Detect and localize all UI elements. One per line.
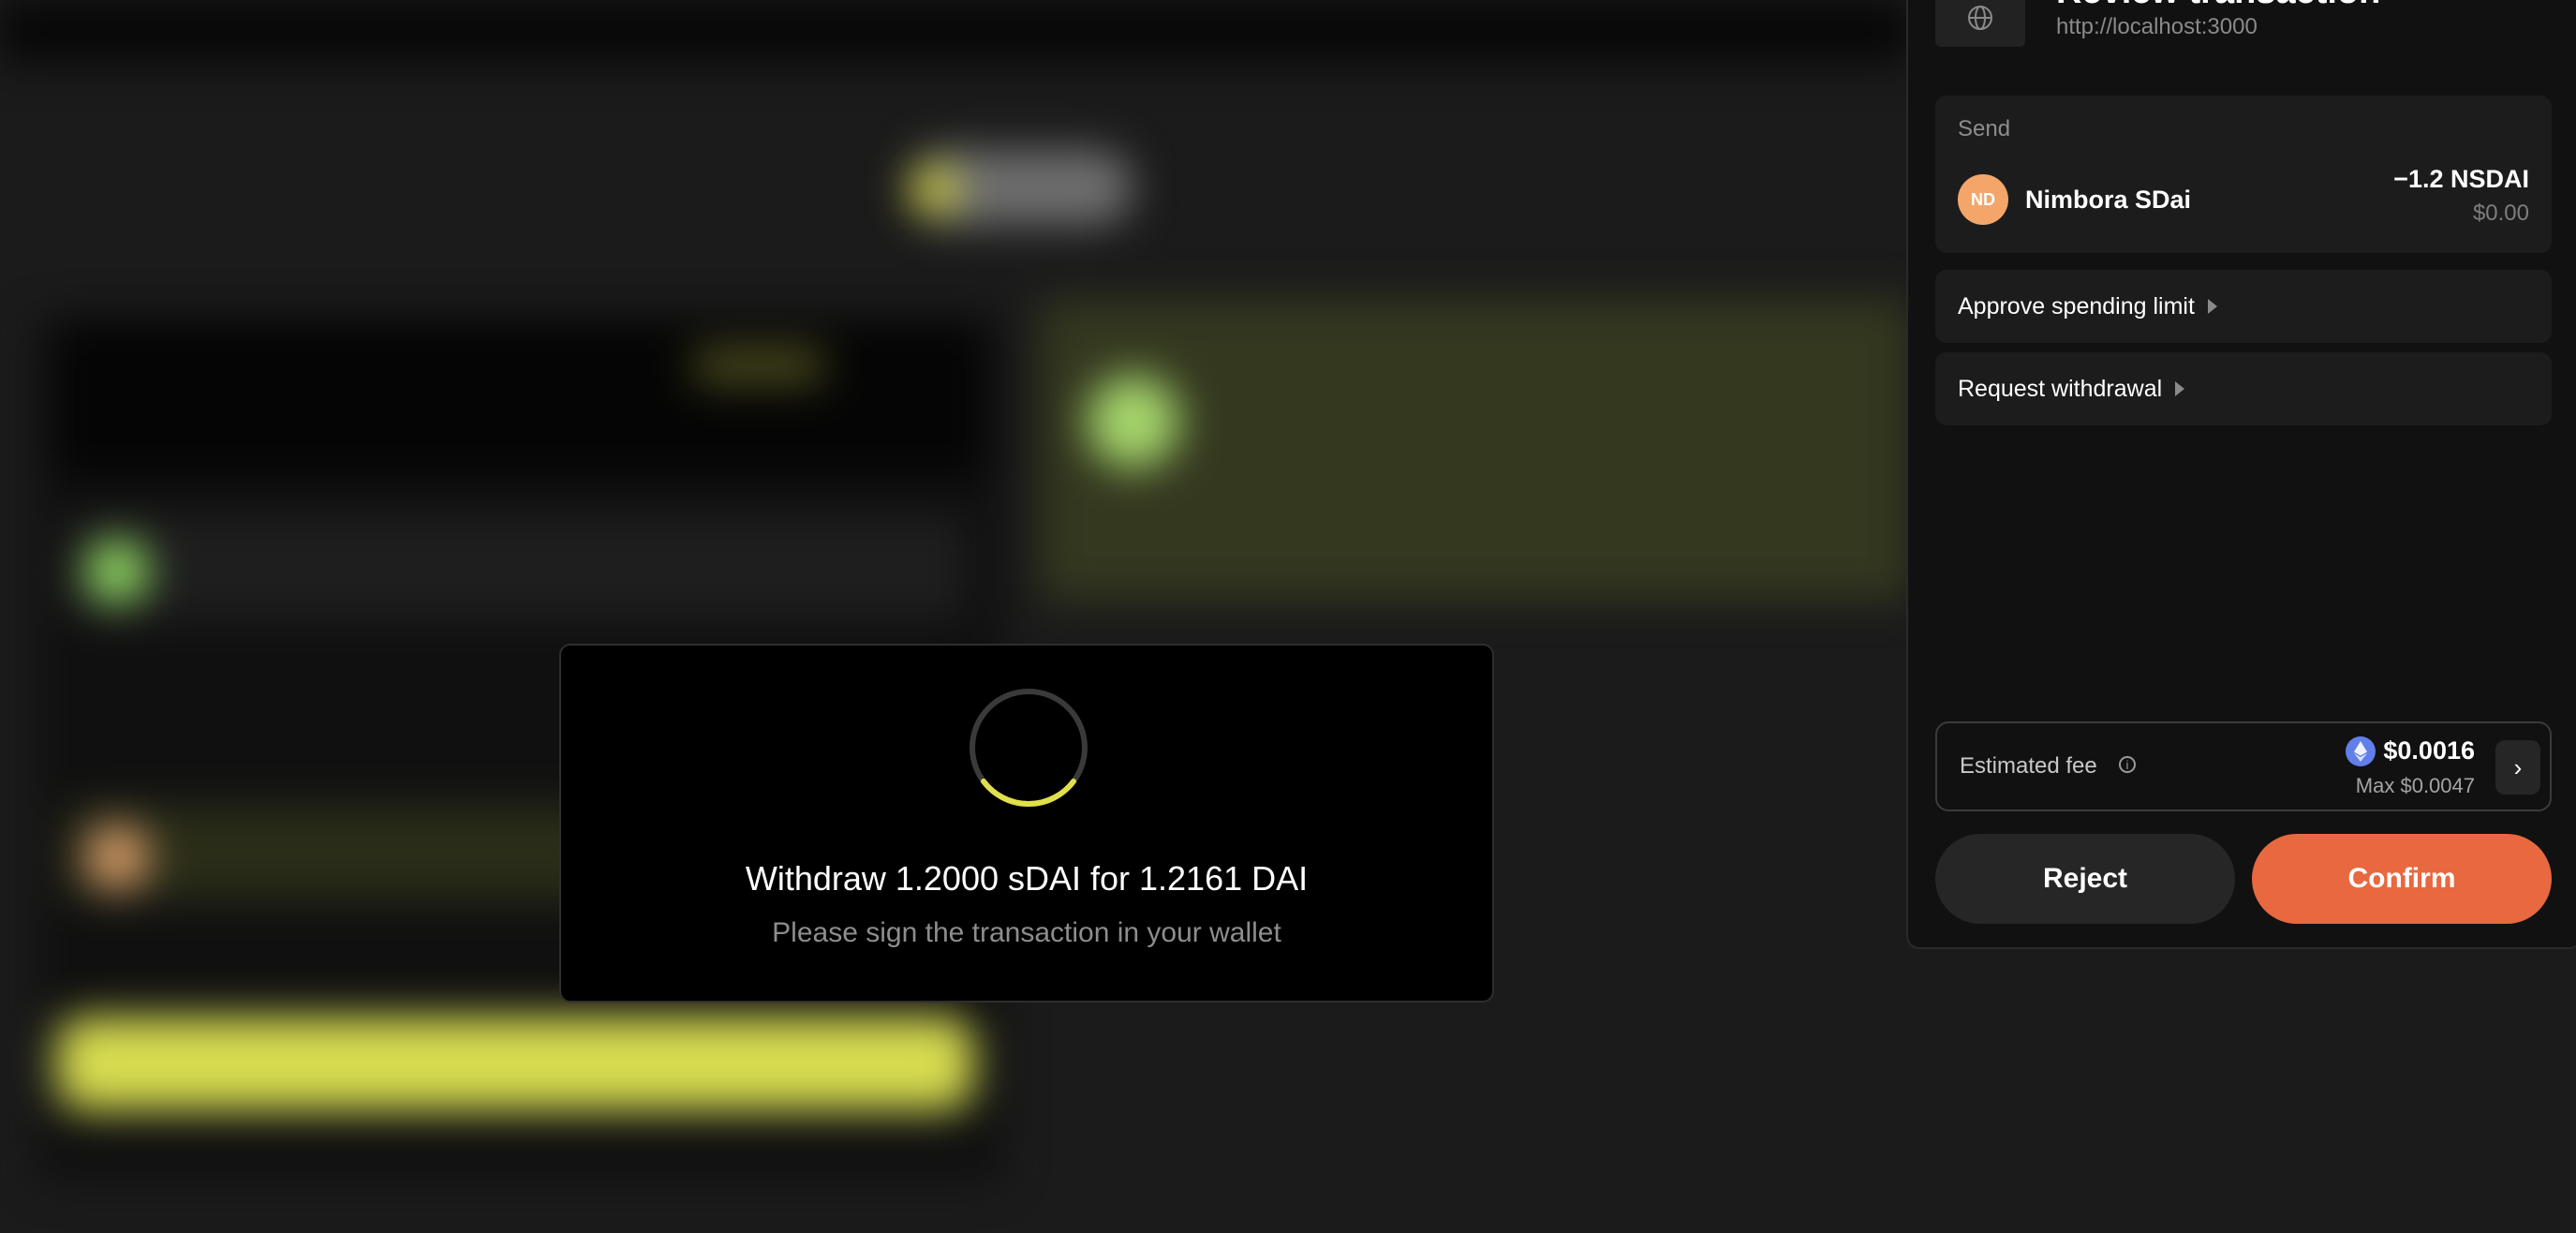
send-label: Send	[1958, 116, 2011, 141]
token-amount: −1.2 NSDAI	[2393, 165, 2529, 193]
fee-details-button[interactable]: ›	[2495, 740, 2540, 795]
globe-icon	[1935, 0, 2025, 47]
reject-button[interactable]: Reject	[1935, 834, 2235, 924]
modal-subtitle: Please sign the transaction in your wall…	[772, 917, 1281, 948]
background-card-header	[56, 319, 984, 478]
background-output-icon	[84, 824, 150, 890]
call-request-withdrawal[interactable]: Request withdrawal	[1935, 352, 2552, 425]
chevron-right-icon: ›	[2513, 752, 2523, 781]
background-app	[0, 0, 1911, 1233]
sign-transaction-modal: Withdraw 1.2000 sDAI for 1.2161 DAI Plea…	[559, 644, 1494, 1003]
background-token-row	[66, 515, 965, 618]
token-avatar: ND	[1958, 174, 2008, 225]
origin-url: http://localhost:3000	[2056, 14, 2258, 39]
eth-icon	[2346, 736, 2376, 766]
call-label: Request withdrawal	[1958, 375, 2163, 402]
confirm-button[interactable]: Confirm	[2252, 834, 2552, 924]
wallet-review-panel: Review transaction http://localhost:3000…	[1906, 0, 2576, 949]
fee-label: Estimated fee	[1960, 753, 2097, 779]
caret-right-icon	[2175, 381, 2185, 396]
background-tab-accent	[693, 347, 824, 384]
panel-title: Review transaction	[2056, 0, 2380, 12]
background-logo-mark	[909, 164, 960, 215]
info-icon[interactable]: i	[2119, 756, 2136, 773]
background-right-icon	[1087, 375, 1180, 468]
call-label: Approve spending limit	[1958, 292, 2195, 319]
background-token-icon	[84, 539, 150, 604]
call-approve-spending-limit[interactable]: Approve spending limit	[1935, 270, 2552, 343]
fee-max: Max $0.0047	[2355, 774, 2475, 797]
background-primary-button	[56, 1017, 974, 1110]
send-card: Send ND Nimbora SDai −1.2 NSDAI $0.00	[1935, 96, 2552, 253]
background-topbar	[0, 0, 1911, 62]
fee-value: $0.0016	[2383, 736, 2475, 765]
modal-title: Withdraw 1.2000 sDAI for 1.2161 DAI	[745, 859, 1309, 898]
caret-right-icon	[2207, 299, 2217, 314]
estimated-fee-box: Estimated fee i $0.0016 Max $0.0047 ›	[1935, 721, 2552, 811]
token-usd-value: $0.00	[2472, 201, 2529, 226]
loading-spinner	[970, 689, 1088, 807]
token-name: Nimbora SDai	[2025, 186, 2192, 214]
